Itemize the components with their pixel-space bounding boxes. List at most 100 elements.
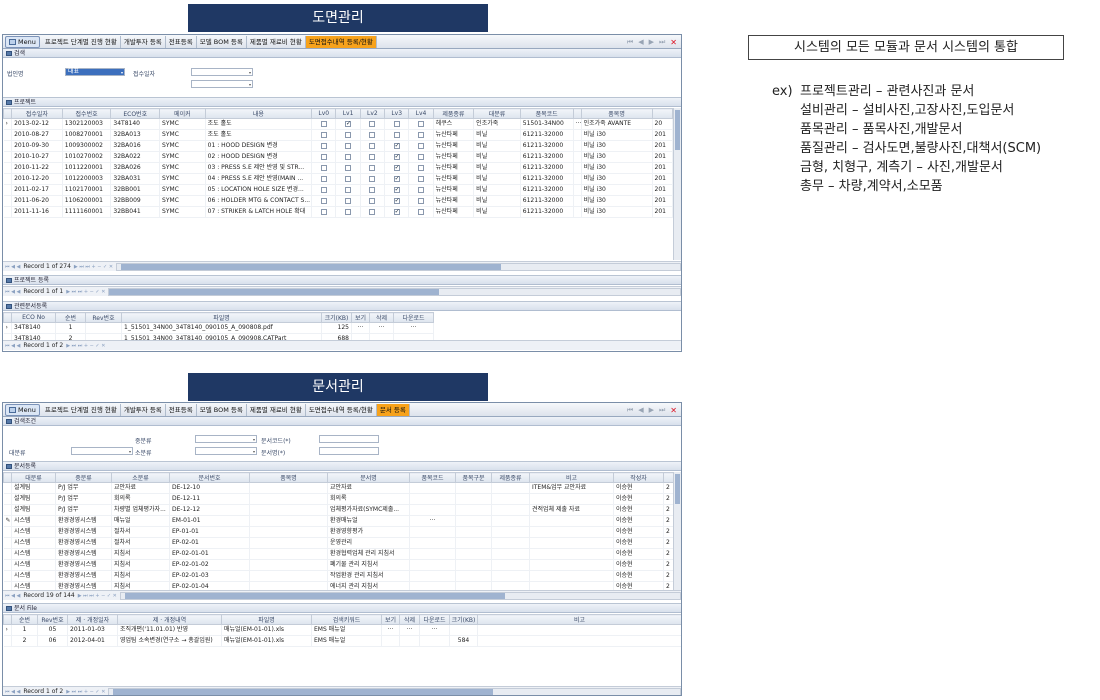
nav-first-icon[interactable]: ⏮ ◀ ◀ <box>5 593 20 599</box>
table-row[interactable]: 2010-08-27 1008270001 32BA013 SYMC 조도 홀도 뉴산타페… <box>3 129 673 141</box>
last-icon[interactable]: ⏭ <box>659 406 665 415</box>
level-checkbox[interactable] <box>417 131 424 138</box>
level-checkbox[interactable] <box>417 175 424 182</box>
level-checkbox[interactable] <box>393 120 400 127</box>
nav-next-icon[interactable]: ▶ ⏭ ⏭ + − ✓ ✕ <box>66 689 105 695</box>
level-checkbox[interactable] <box>345 175 352 182</box>
table-row[interactable]: 시스템 환경경영시스템 지침서 EP-02-01-01 환경협력업체 관리 지침서 이승현… <box>3 548 673 560</box>
delete-button[interactable]: ··· <box>399 624 420 636</box>
item-code-lookup[interactable]: ··· <box>573 118 582 130</box>
table-row[interactable]: 시스템 환경경영시스템 절차서 EP-02-01 운영관리 이승현 2 <box>3 537 673 549</box>
first-icon[interactable]: ⏮ <box>627 406 633 415</box>
item-code[interactable] <box>409 493 456 505</box>
level-checkbox[interactable] <box>369 131 376 138</box>
prev-icon[interactable]: ◀ <box>638 406 643 414</box>
table-row[interactable]: 2010-11-22 1011220001 32BA026 SYMC 03 : PRES… <box>3 162 673 174</box>
level-checkbox[interactable] <box>417 120 424 127</box>
level-checkbox[interactable] <box>320 186 327 193</box>
table-row[interactable]: 2011-02-17 1102170001 32BB001 SYMC 05 : LOCA… <box>3 184 673 196</box>
level-checkbox[interactable] <box>393 141 400 151</box>
level-checkbox[interactable] <box>393 185 400 195</box>
prev-icon[interactable]: ◀ <box>638 38 643 46</box>
table-row[interactable]: ›2013-02-12130212000334T8140SYMC조도 홀도 헤쿠스… <box>3 118 673 130</box>
table-row[interactable]: ✎ 시스템 환경경영시스템 매뉴얼 EM-01-01 환경매뉴얼 ··· 이승현 2 <box>3 515 673 527</box>
tab-2[interactable]: 개발투자 등록 <box>121 35 166 48</box>
doc-file-hscroll[interactable] <box>108 687 681 695</box>
item-code-lookup[interactable] <box>573 195 582 207</box>
delete-button[interactable] <box>399 635 420 647</box>
item-code[interactable] <box>409 548 456 560</box>
level-checkbox[interactable] <box>320 164 327 171</box>
download-button[interactable]: ··· <box>419 624 450 636</box>
level-checkbox[interactable] <box>393 207 400 217</box>
next-icon[interactable]: ▶ <box>649 38 654 46</box>
level-checkbox[interactable] <box>345 153 352 160</box>
table-row[interactable]: 2010-12-20 1012200003 32BA031 SYMC 04 : PRES… <box>3 173 673 185</box>
level-checkbox[interactable] <box>320 131 327 138</box>
level-checkbox[interactable] <box>417 164 424 171</box>
item-code[interactable] <box>409 559 456 571</box>
level-checkbox[interactable] <box>345 208 352 215</box>
level-checkbox[interactable] <box>369 120 376 127</box>
item-code[interactable] <box>409 570 456 582</box>
item-code[interactable] <box>409 537 456 549</box>
table-row[interactable]: 설계팀 P/J 업무 차량별 업체평가자... DE-12-12 업체평가자료(SYMC… <box>3 504 673 516</box>
level-checkbox[interactable] <box>417 197 424 204</box>
tab-4[interactable]: 모델 BOM 등록 <box>197 35 247 48</box>
project-reg-hscroll[interactable] <box>108 287 681 296</box>
table-row[interactable]: 시스템 환경경영시스템 지침서 EP-02-01-03 작업환경 관리 지침서 이승현 2 <box>3 570 673 582</box>
menu-button[interactable]: Menu <box>5 35 40 48</box>
item-code-lookup[interactable] <box>573 162 582 174</box>
doc-vscroll[interactable] <box>673 472 681 590</box>
tab-3[interactable]: 전표등록 <box>166 403 197 416</box>
table-row[interactable]: 2011-06-20 1106200001 32BB009 SYMC 06 : HOLD… <box>3 195 673 207</box>
view-button[interactable] <box>381 635 400 647</box>
level-checkbox[interactable] <box>345 197 352 204</box>
mid-class-select[interactable]: ▾ <box>195 435 257 443</box>
nav-next-icon[interactable]: ▶ ⏭ ⏭ + − ✓ ✕ <box>66 289 105 295</box>
first-icon[interactable]: ⏮ <box>627 38 633 47</box>
doc-name-input[interactable] <box>319 447 379 455</box>
tab-3[interactable]: 전표등록 <box>166 35 197 48</box>
level-checkbox[interactable] <box>345 142 352 149</box>
level-checkbox[interactable] <box>345 164 352 171</box>
delete-button[interactable]: ··· <box>369 322 394 334</box>
date-from-select[interactable]: ▾ <box>191 68 253 76</box>
tab-6[interactable]: 도면접수내역 등록/현황 <box>306 403 377 416</box>
table-row[interactable]: › 1 05 2011-01-03 조직개편('11.01.01) 반영 매뉴얼(EM-0… <box>3 624 681 636</box>
level-checkbox[interactable] <box>393 196 400 206</box>
level-checkbox[interactable] <box>320 175 327 182</box>
level-checkbox[interactable] <box>369 142 376 149</box>
level-checkbox[interactable] <box>320 153 327 160</box>
item-code[interactable]: ··· <box>409 515 456 527</box>
level-checkbox[interactable] <box>417 153 424 160</box>
tab-7[interactable]: 문서 등록 <box>376 403 410 416</box>
nav-next-icon[interactable]: ▶ ⏭ ⏭ + − ✓ ✕ <box>78 593 117 599</box>
level-checkbox[interactable] <box>369 197 376 204</box>
tab-2[interactable]: 개발투자 등록 <box>121 403 166 416</box>
doc-hscroll[interactable] <box>119 591 681 600</box>
last-icon[interactable]: ⏭ <box>659 38 665 47</box>
item-code[interactable] <box>409 504 456 516</box>
corp-select[interactable]: 대표 ▾ <box>65 68 125 76</box>
tab-4[interactable]: 모델 BOM 등록 <box>197 403 247 416</box>
table-row[interactable]: 2010-09-30 1009300002 32BA016 SYMC 01 : HOOD… <box>3 140 673 152</box>
item-code[interactable] <box>409 526 456 538</box>
item-code[interactable] <box>409 482 456 494</box>
level-checkbox[interactable] <box>345 131 352 138</box>
download-button[interactable] <box>419 635 450 647</box>
table-row[interactable]: 설계팀 P/J 업무 교안자료 DE-12-10 교안자료 ITEM&업무 교안자료 이승현… <box>3 482 673 494</box>
table-row[interactable]: 설계팀 P/J 업무 회의록 DE-12-11 회의록 이승현 2 <box>3 493 673 505</box>
item-code-lookup[interactable] <box>573 140 582 152</box>
view-button[interactable]: ··· <box>381 624 400 636</box>
level-checkbox[interactable] <box>417 142 424 149</box>
table-row[interactable]: 시스템 환경경영시스템 절차서 EP-01-01 환경영향평가 이승현 2 <box>3 526 673 538</box>
doc-code-input[interactable] <box>319 435 379 443</box>
table-row[interactable]: › 34T8140 1 1_51501_34N00_34T8140_090105_A_… <box>3 322 434 334</box>
tab-1[interactable]: 프로젝트 단계별 진행 현황 <box>42 403 121 416</box>
project-vscroll[interactable] <box>673 108 681 260</box>
level-checkbox[interactable] <box>369 175 376 182</box>
item-code-lookup[interactable] <box>573 151 582 163</box>
nav-next-icon[interactable]: ▶ ⏭ ⏭ + − ✓ ✕ <box>66 343 105 349</box>
level-checkbox[interactable] <box>320 142 327 149</box>
